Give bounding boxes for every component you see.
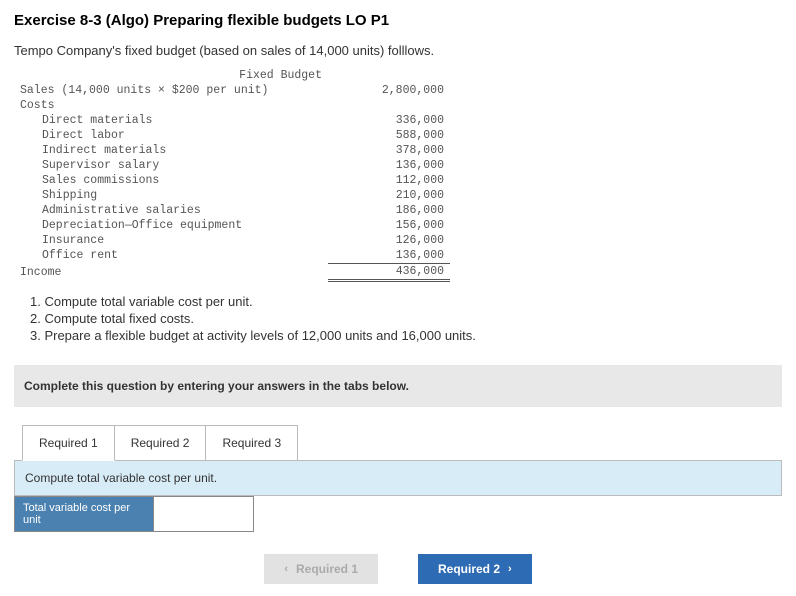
cost-row-label: Supervisor salary	[14, 158, 328, 173]
tab-prompt: Compute total variable cost per unit.	[14, 460, 782, 496]
cost-row-label: Direct materials	[14, 113, 328, 128]
cost-row-label: Office rent	[14, 248, 328, 264]
next-button-label: Required 2	[438, 562, 500, 576]
sales-label: Sales (14,000 units × $200 per unit)	[14, 83, 328, 98]
cost-row-label: Shipping	[14, 188, 328, 203]
answer-input[interactable]	[154, 496, 254, 532]
cost-row-label: Insurance	[14, 233, 328, 248]
budget-header: Fixed Budget	[14, 68, 328, 83]
costs-label: Costs	[14, 98, 328, 113]
cost-row-val: 136,000	[328, 248, 450, 264]
income-label: Income	[14, 264, 328, 281]
instruction-item: 1. Compute total variable cost per unit.	[30, 294, 782, 309]
next-button[interactable]: Required 2 ›	[418, 554, 532, 584]
cost-row-val: 186,000	[328, 203, 450, 218]
cost-row-val: 210,000	[328, 188, 450, 203]
exercise-title: Exercise 8-3 (Algo) Preparing flexible b…	[14, 12, 782, 29]
chevron-right-icon: ›	[508, 563, 512, 575]
prev-button[interactable]: ‹ Required 1	[264, 554, 378, 584]
answer-label: Total variable cost per unit	[14, 496, 154, 532]
cost-row-val: 588,000	[328, 128, 450, 143]
cost-row-val: 126,000	[328, 233, 450, 248]
chevron-left-icon: ‹	[284, 563, 288, 575]
complete-instruction-bar: Complete this question by entering your …	[14, 365, 782, 407]
income-value: 436,000	[328, 264, 450, 281]
cost-row-label: Direct labor	[14, 128, 328, 143]
prev-button-label: Required 1	[296, 562, 358, 576]
instruction-item: 3. Prepare a flexible budget at activity…	[30, 328, 782, 343]
sales-value: 2,800,000	[328, 83, 450, 98]
tab-required-3[interactable]: Required 3	[205, 425, 298, 461]
instructions-list: 1. Compute total variable cost per unit.…	[30, 294, 782, 343]
tabs-row: Required 1 Required 2 Required 3	[22, 425, 782, 461]
cost-row-val: 112,000	[328, 173, 450, 188]
cost-row-label: Depreciation—Office equipment	[14, 218, 328, 233]
cost-row-label: Sales commissions	[14, 173, 328, 188]
cost-row-val: 336,000	[328, 113, 450, 128]
tab-required-1[interactable]: Required 1	[22, 425, 115, 461]
tab-required-2[interactable]: Required 2	[114, 425, 207, 461]
instruction-item: 2. Compute total fixed costs.	[30, 311, 782, 326]
intro-text: Tempo Company's fixed budget (based on s…	[14, 43, 782, 58]
answer-row: Total variable cost per unit	[14, 496, 782, 532]
cost-row-label: Administrative salaries	[14, 203, 328, 218]
fixed-budget-table: Fixed Budget Sales (14,000 units × $200 …	[14, 68, 450, 282]
cost-row-label: Indirect materials	[14, 143, 328, 158]
cost-row-val: 156,000	[328, 218, 450, 233]
cost-row-val: 378,000	[328, 143, 450, 158]
cost-row-val: 136,000	[328, 158, 450, 173]
